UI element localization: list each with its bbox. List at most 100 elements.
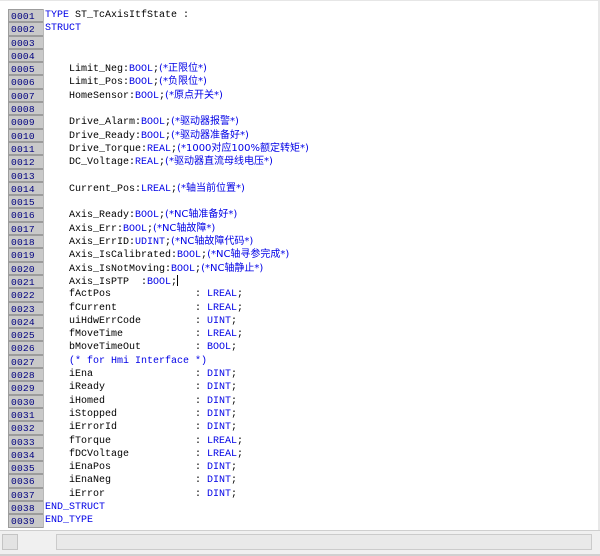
code-line[interactable]: END_STRUCT — [45, 501, 600, 514]
code-editor[interactable]: 0001 0002 0003 0004 0005 0006 0007 0008 0009 0010… — [0, 0, 600, 530]
line-number: 0017 — [8, 221, 43, 236]
text-token: ; — [231, 395, 238, 407]
line-number: 0038 — [8, 500, 43, 515]
line-number: 0006 — [8, 75, 43, 89]
line-number: 0011 — [8, 141, 43, 156]
comment-token: (*1000对应100%额定转矩*) — [177, 142, 309, 154]
code-line[interactable]: (* for Hmi Interface *) — [45, 355, 600, 368]
code-line[interactable]: Current_Pos:LREAL;(*轴当前位置*) — [45, 182, 600, 195]
keyword-token: BOOL — [207, 342, 232, 354]
text-token: iHomed : — [45, 395, 208, 407]
code-line[interactable]: Limit_Neg:BOOL;(*正限位*) — [45, 62, 600, 75]
text-token: iError : — [45, 488, 208, 500]
code-line[interactable]: iHomed : DINT; — [45, 395, 600, 408]
comment-token: (*原点开关*) — [165, 89, 223, 101]
code-line[interactable]: fActPos : LREAL; — [45, 288, 600, 301]
code-line[interactable]: DC_Voltage:REAL;(*驱动器直流母线电压*) — [45, 155, 600, 168]
keyword-token: LREAL — [141, 183, 172, 195]
code-line[interactable]: fDCVoltage : LREAL; — [45, 448, 600, 461]
comment-token: (*NC轴静止*) — [201, 262, 264, 274]
keyword-token: BOOL — [177, 250, 202, 262]
code-line[interactable]: fTorque : LREAL; — [45, 435, 600, 448]
text-token: ; — [231, 488, 238, 500]
text-token: fMoveTime : — [45, 329, 208, 341]
code-line[interactable]: bMoveTimeOut : BOOL; — [45, 341, 600, 354]
line-number: 0037 — [8, 487, 43, 501]
code-line[interactable]: iEnaNeg : DINT; — [45, 474, 600, 487]
text-token: Axis_IsPTP : — [45, 276, 148, 288]
code-line[interactable]: Axis_ErrID:UDINT;(*NC轴故障代码*) — [45, 235, 600, 248]
code-line[interactable]: STRUCT — [45, 22, 600, 35]
keyword-token: TYPE — [45, 10, 70, 21]
comment-token: (*轴当前位置*) — [177, 182, 245, 194]
line-number: 0015 — [8, 195, 43, 209]
code-line[interactable]: Axis_IsCalibrated:BOOL;(*NC轴寻参完成*) — [45, 248, 600, 261]
code-line[interactable]: Axis_IsPTP :BOOL; — [45, 274, 600, 288]
keyword-token: LREAL — [207, 448, 238, 460]
text-token: iErrorId : — [45, 422, 208, 434]
code-line[interactable]: iEnaPos : DINT; — [45, 461, 600, 474]
line-number: 0033 — [8, 434, 43, 448]
code-line[interactable]: iError : DINT; — [45, 488, 600, 501]
code-line[interactable]: iErrorId : DINT; — [45, 421, 600, 434]
scrollbar-thumb[interactable] — [56, 534, 592, 550]
keyword-token: DINT — [207, 395, 232, 407]
keyword-token: STRUCT — [45, 23, 82, 35]
keyword-token: DINT — [207, 462, 232, 474]
line-number: 0021 — [8, 274, 43, 289]
line-number: 0010 — [8, 128, 43, 142]
code-line[interactable] — [45, 169, 600, 182]
text-token: iReady : — [45, 382, 208, 394]
code-line[interactable] — [45, 195, 600, 208]
code-line[interactable]: Axis_IsNotMoving:BOOL;(*NC轴静止*) — [45, 262, 600, 275]
scroll-left-button[interactable] — [2, 534, 18, 550]
keyword-token: BOOL — [141, 130, 166, 142]
text-token: iStopped : — [45, 408, 208, 420]
text-token: ; — [231, 408, 238, 420]
code-line[interactable]: END_TYPE — [45, 514, 600, 527]
text-token: ST_TcAxisItfState : — [69, 10, 190, 21]
code-line[interactable]: iReady : DINT; — [45, 381, 600, 394]
text-token: iEnaPos : — [45, 462, 208, 474]
line-number: 0013 — [8, 168, 43, 182]
code-line[interactable]: Axis_Ready:BOOL;(*NC轴准备好*) — [45, 208, 600, 221]
code-line[interactable]: HomeSensor:BOOL;(*原点开关*) — [45, 89, 600, 102]
text-token: Current_Pos: — [45, 183, 142, 195]
code-line[interactable]: fCurrent : LREAL; — [45, 302, 600, 315]
line-number-gutter: 0001 0002 0003 0004 0005 0006 0007 0008 0009 0010… — [8, 9, 44, 528]
code-line[interactable] — [45, 102, 600, 115]
code-line[interactable]: iStopped : DINT; — [45, 408, 600, 421]
line-number: 0019 — [8, 248, 43, 262]
line-number: 0007 — [8, 88, 43, 103]
text-token: Drive_Alarm: — [45, 117, 142, 129]
line-number: 0022 — [8, 288, 43, 302]
code-line[interactable]: uiHdwErrCode : UINT; — [45, 315, 600, 328]
code-line[interactable] — [45, 36, 600, 49]
code-line[interactable]: iEna : DINT; — [45, 368, 600, 381]
keyword-token: BOOL — [129, 77, 154, 89]
code-line[interactable]: Drive_Alarm:BOOL;(*驱动器报警*) — [45, 115, 600, 128]
horizontal-scrollbar[interactable] — [0, 530, 600, 556]
keyword-token: DINT — [207, 382, 232, 394]
keyword-token: LREAL — [207, 302, 238, 314]
code-area[interactable]: TYPE ST_TcAxisItfState : STRUCT Limit_Neg… — [45, 9, 600, 528]
line-number: 0020 — [8, 261, 43, 275]
line-number: 0024 — [8, 314, 43, 329]
code-line[interactable]: Axis_Err:BOOL;(*NC轴故障*) — [45, 222, 600, 235]
code-line[interactable]: Drive_Torque:REAL;(*1000对应100%额定转矩*) — [45, 142, 600, 155]
code-line[interactable] — [45, 49, 600, 62]
text-token: Limit_Neg: — [45, 64, 130, 76]
keyword-token: DINT — [207, 422, 232, 434]
line-number: 0008 — [8, 102, 43, 116]
keyword-token: REAL — [135, 157, 160, 169]
line-number: 0009 — [8, 115, 43, 129]
code-line[interactable]: fMoveTime : LREAL; — [45, 328, 600, 341]
text-token: ; — [237, 448, 244, 460]
code-line[interactable]: Limit_Pos:BOOL;(*负限位*) — [45, 75, 600, 88]
text-token: Axis_Ready: — [45, 210, 136, 222]
comment-token: (*驱动器准备好*) — [171, 129, 249, 141]
code-line[interactable]: Drive_Ready:BOOL;(*驱动器准备好*) — [45, 129, 600, 142]
code-line[interactable]: TYPE ST_TcAxisItfState : — [45, 9, 600, 22]
text-token: iEnaNeg : — [45, 475, 208, 487]
text-token: Axis_ErrID: — [45, 237, 136, 249]
